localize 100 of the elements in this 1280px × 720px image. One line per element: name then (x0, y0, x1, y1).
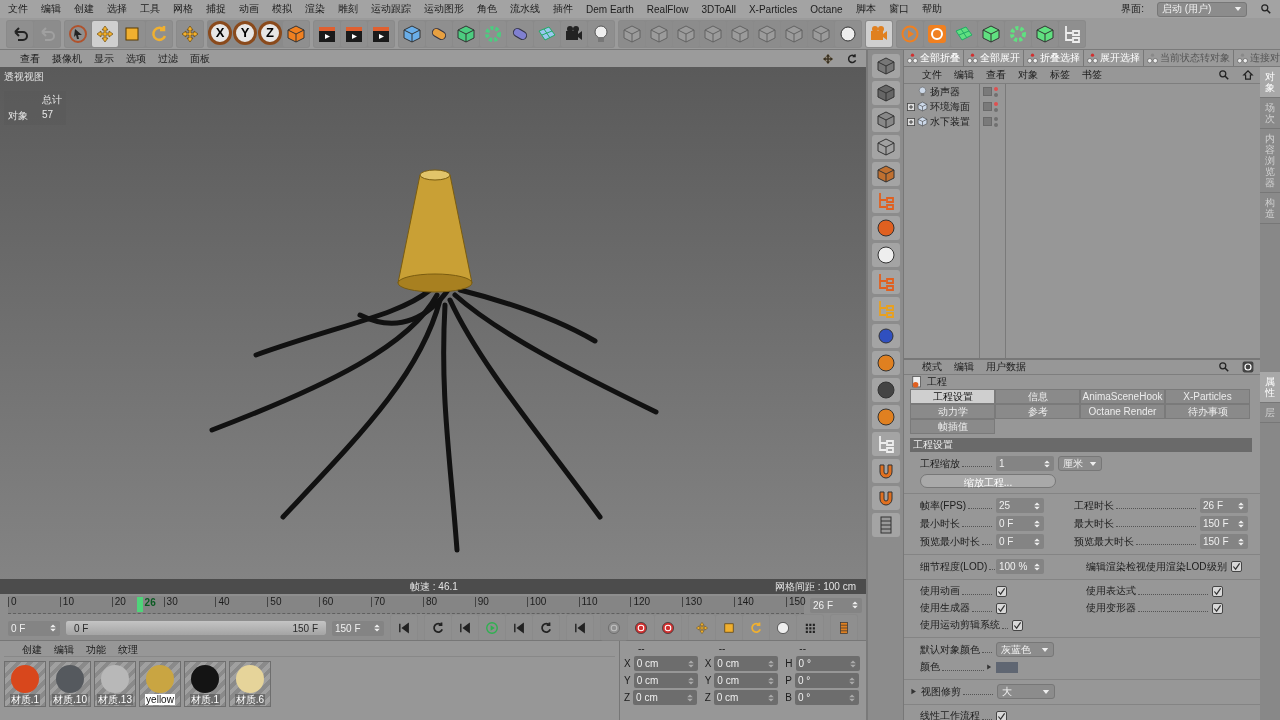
checkbox[interactable] (996, 710, 1007, 720)
key-button[interactable] (743, 615, 769, 641)
timeline-button[interactable] (831, 615, 857, 641)
tool-button[interactable] (871, 54, 900, 78)
menu-item[interactable]: 查看 (986, 68, 1006, 82)
number-field[interactable]: 0 F (996, 516, 1044, 531)
dropdown[interactable]: 大 (997, 684, 1055, 699)
menu-item[interactable]: RealFlow (646, 3, 689, 15)
visibility-dots[interactable] (994, 101, 998, 112)
menu-item[interactable]: 创建 (74, 2, 94, 16)
attribute-tab[interactable]: 参考 (995, 404, 1080, 419)
attribute-tab[interactable]: 待办事项 (1165, 404, 1250, 419)
attribute-tab[interactable]: 工程设置 (910, 389, 995, 404)
coordinate-field[interactable]: 0 ° (795, 690, 859, 705)
tool-button[interactable] (561, 20, 587, 47)
key-button[interactable] (770, 615, 796, 641)
menu-item[interactable]: 编辑 (954, 68, 974, 82)
render-button[interactable] (314, 20, 340, 47)
expand-toggle[interactable] (907, 102, 915, 111)
coordinate-field[interactable]: 0 cm (714, 656, 779, 671)
dropdown[interactable]: 灰蓝色 (996, 642, 1054, 657)
menu-item[interactable]: 模式 (922, 360, 942, 374)
menu-item[interactable]: 捕捉 (206, 2, 226, 16)
number-field[interactable]: 150 F (1200, 534, 1248, 549)
color-swatch[interactable] (996, 661, 1018, 673)
material-swatch[interactable]: 材质.6 (229, 661, 271, 707)
axis-button[interactable]: X (208, 20, 232, 45)
menu-item[interactable]: X-Particles (748, 3, 798, 15)
coordinate-field[interactable]: 0 ° (795, 673, 859, 688)
attribute-tab[interactable]: AnimaSceneHook (1080, 389, 1165, 404)
playback-button[interactable] (425, 615, 451, 641)
menu-item[interactable]: 编辑 (54, 642, 74, 657)
axis-button[interactable]: Z (258, 20, 282, 45)
number-field[interactable]: 100 % (996, 559, 1044, 574)
coordinate-field[interactable]: 0 cm (714, 673, 779, 688)
visibility-dots[interactable] (994, 116, 998, 127)
menu-item[interactable]: 工具 (140, 2, 160, 16)
start-frame-field[interactable]: 0 F (8, 620, 60, 636)
menu-item[interactable]: 面板 (190, 51, 210, 66)
expand-toggle[interactable] (907, 117, 915, 126)
menu-item[interactable]: 渲染 (305, 2, 325, 16)
coordinate-field[interactable]: 0 cm (713, 690, 778, 705)
number-field[interactable]: 150 F (1200, 516, 1248, 531)
menu-item[interactable]: Dem Earth (586, 3, 634, 15)
menu-item[interactable]: 流水线 (510, 2, 540, 16)
menu-item[interactable]: 文件 (922, 68, 942, 82)
tool-button[interactable] (835, 20, 861, 47)
number-field[interactable]: 1 (996, 456, 1054, 471)
menu-item[interactable]: 运动图形 (424, 2, 464, 16)
undo-button[interactable] (7, 20, 33, 47)
menu-item[interactable]: 用户数据 (986, 360, 1026, 374)
end-frame-field[interactable]: 150 F (332, 620, 384, 636)
viewport[interactable]: 透视视图 总计 对象 57 帧速 : 46.1 网格间距 : 100 cm (0, 67, 866, 594)
playback-button[interactable] (452, 615, 478, 641)
menu-item[interactable]: 功能 (86, 642, 106, 657)
axis-button[interactable]: Y (233, 20, 257, 45)
render-button[interactable] (341, 20, 367, 47)
attribute-tab[interactable]: 帧插值 (910, 419, 995, 434)
tool-button[interactable] (871, 405, 900, 429)
checkbox[interactable] (996, 585, 1007, 597)
menu-item[interactable]: 文件 (8, 2, 28, 16)
menu-item[interactable]: Octane (810, 3, 843, 15)
number-field[interactable]: 0 F (996, 534, 1044, 549)
checkbox[interactable] (1212, 602, 1223, 614)
tool-button[interactable] (453, 20, 479, 47)
menu-item[interactable]: 网格 (173, 2, 193, 16)
render-button[interactable] (368, 20, 394, 47)
menu-item[interactable]: 插件 (553, 2, 573, 16)
menu-item[interactable]: 标签 (1050, 68, 1070, 82)
menu-item[interactable]: 书签 (1082, 68, 1102, 82)
checkbox[interactable] (1212, 585, 1223, 597)
coordinate-field[interactable]: 0 cm (633, 690, 698, 705)
current-frame-field[interactable]: 26 F (810, 597, 862, 613)
playhead[interactable] (136, 597, 143, 612)
first-frame-button[interactable] (391, 615, 417, 641)
number-field[interactable]: 26 F (1200, 498, 1248, 513)
menu-item[interactable]: 3DToAll (701, 3, 736, 15)
attribute-tab[interactable]: 信息 (995, 389, 1080, 404)
object-row[interactable]: 环境海面 (904, 99, 979, 114)
menu-item[interactable]: 摄像机 (52, 51, 82, 66)
menu-item[interactable]: 选择 (107, 2, 127, 16)
menu-item[interactable]: 模拟 (272, 2, 292, 16)
menu-item[interactable]: 查看 (20, 51, 40, 66)
attribute-tab[interactable]: 动力学 (910, 404, 995, 419)
tool-button[interactable] (871, 324, 900, 348)
coordinate-field[interactable]: 0 cm (633, 656, 698, 671)
material-swatch[interactable]: 材质.10 (49, 661, 91, 707)
menu-item[interactable]: 创建 (22, 642, 42, 657)
number-field[interactable]: 25 (996, 498, 1044, 513)
tool-button[interactable] (426, 20, 452, 47)
material-swatch[interactable]: 材质.1 (184, 661, 226, 707)
menu-item[interactable]: 过滤 (158, 51, 178, 66)
tool-button[interactable] (871, 378, 900, 402)
tool-button[interactable] (588, 20, 614, 47)
menu-item[interactable]: 编辑 (954, 360, 974, 374)
menu-item[interactable]: 对象 (1018, 68, 1038, 82)
record-button[interactable] (628, 615, 654, 641)
tool-button[interactable] (871, 81, 900, 105)
coordinate-field[interactable]: 0 ° (795, 656, 860, 671)
menu-item[interactable]: 窗口 (888, 2, 909, 16)
